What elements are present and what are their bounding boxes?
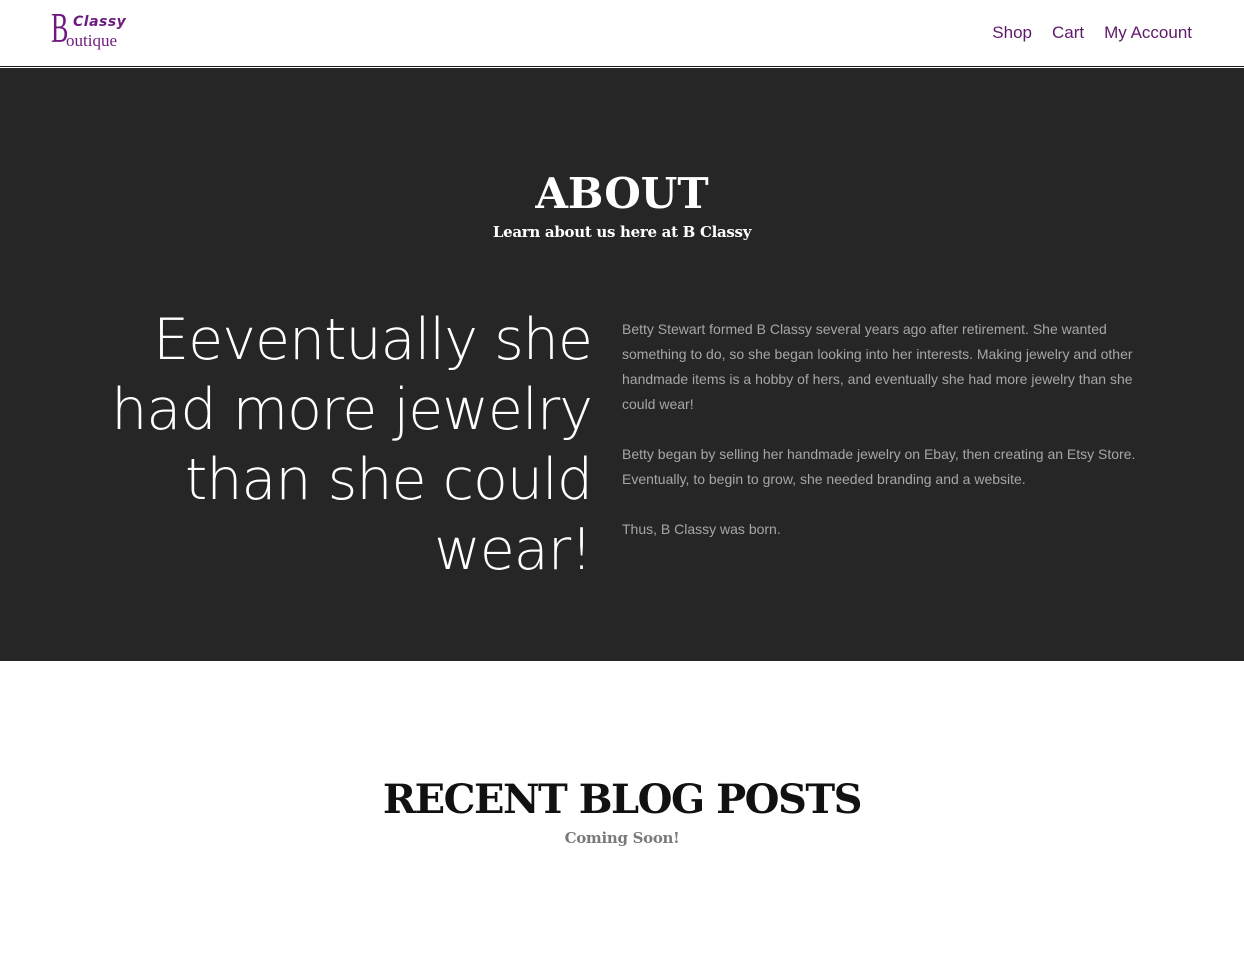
site-header: B Classy outique Shop Cart My Account [0,0,1244,67]
site-logo[interactable]: B Classy outique [51,8,131,54]
logo-word-boutique: outique [66,31,117,50]
nav-link-shop[interactable]: Shop [992,23,1032,43]
about-subtitle: Learn about us here at B Classy [492,223,752,241]
nav-link-my-account[interactable]: My Account [1104,23,1192,43]
about-paragraph: Betty began by selling her handmade jewe… [622,446,1136,487]
blog-title: RECENT BLOG POSTS [382,776,863,823]
about-section: ABOUT Learn about us here at B Classy Ee… [0,68,1244,661]
about-body: Betty Stewart formed B Classy several ye… [622,317,1167,567]
nav-link-cart[interactable]: Cart [1052,23,1084,43]
main-nav: Shop Cart My Account [992,23,1192,43]
about-headline: Eeventually she had more jewelry than sh… [111,307,593,583]
about-paragraph: Betty Stewart formed B Classy several ye… [622,321,1133,412]
about-title: ABOUT [535,169,709,218]
about-paragraph: Thus, B Classy was born. [622,521,781,537]
blog-subtitle: Coming Soon! [564,829,680,847]
logo-word-classy: Classy [73,14,127,30]
